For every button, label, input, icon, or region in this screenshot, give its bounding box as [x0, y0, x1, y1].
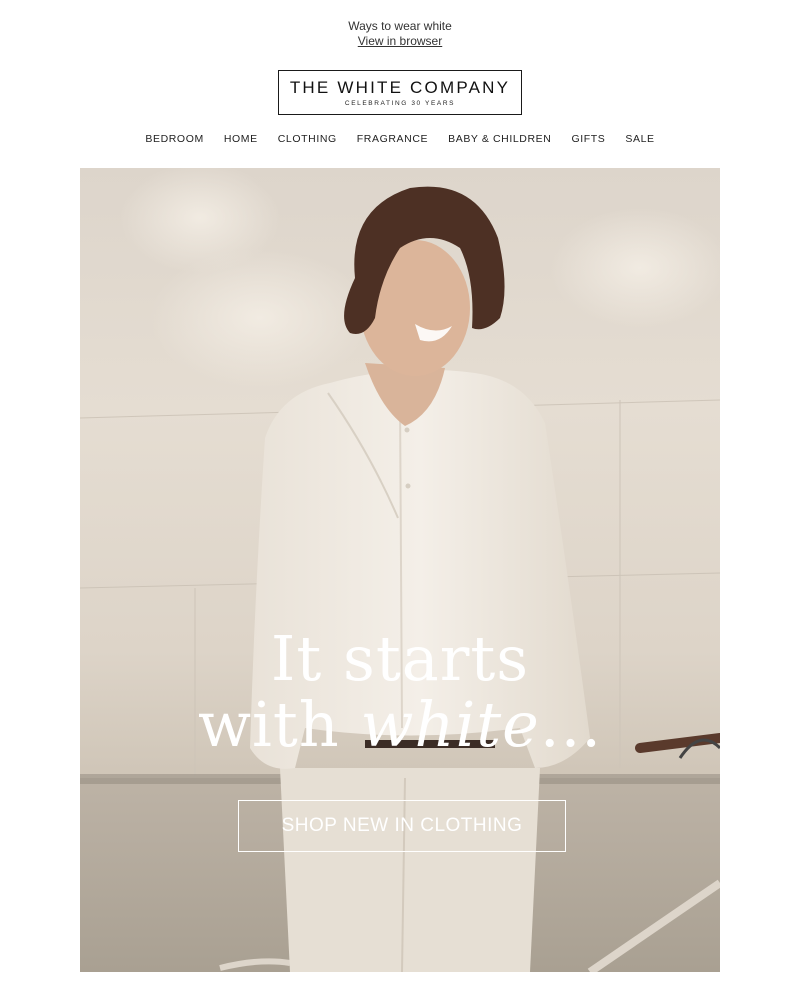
light-patch [150, 248, 370, 388]
headline-italic-word: white [360, 688, 540, 761]
headline-suffix: ... [539, 688, 602, 761]
nav-item-baby-children[interactable]: BABY & CHILDREN [448, 133, 551, 146]
nav-item-gifts[interactable]: GIFTS [571, 133, 605, 146]
light-patch [550, 208, 720, 328]
nav-item-home[interactable]: HOME [224, 133, 258, 146]
shop-new-in-clothing-button[interactable]: SHOP NEW IN CLOTHING [238, 800, 566, 852]
logo-tagline: CELEBRATING 30 YEARS [344, 100, 456, 107]
preheader: Ways to wear white View in browser [0, 19, 800, 49]
nav-item-sale[interactable]: SALE [625, 133, 654, 146]
nav-item-clothing[interactable]: CLOTHING [278, 133, 337, 146]
hero-banner[interactable]: It starts with white... SHOP NEW IN CLOT… [80, 168, 720, 972]
logo-name: THE WHITE COMPANY [289, 78, 511, 97]
headline-prefix: with [197, 688, 361, 761]
brand-logo[interactable]: THE WHITE COMPANY CELEBRATING 30 YEARS [278, 70, 522, 115]
preheader-text: Ways to wear white [348, 19, 452, 33]
hero-headline-line1: It starts [270, 622, 530, 695]
view-in-browser-link[interactable]: View in browser [358, 34, 442, 49]
nav-item-fragrance[interactable]: FRAGRANCE [357, 133, 428, 146]
trousers [280, 768, 540, 972]
nav-item-bedroom[interactable]: BEDROOM [145, 133, 203, 146]
main-nav: BEDROOM HOME CLOTHING FRAGRANCE BABY & C… [0, 133, 800, 146]
hero-headline-line2: with white... [80, 690, 720, 760]
